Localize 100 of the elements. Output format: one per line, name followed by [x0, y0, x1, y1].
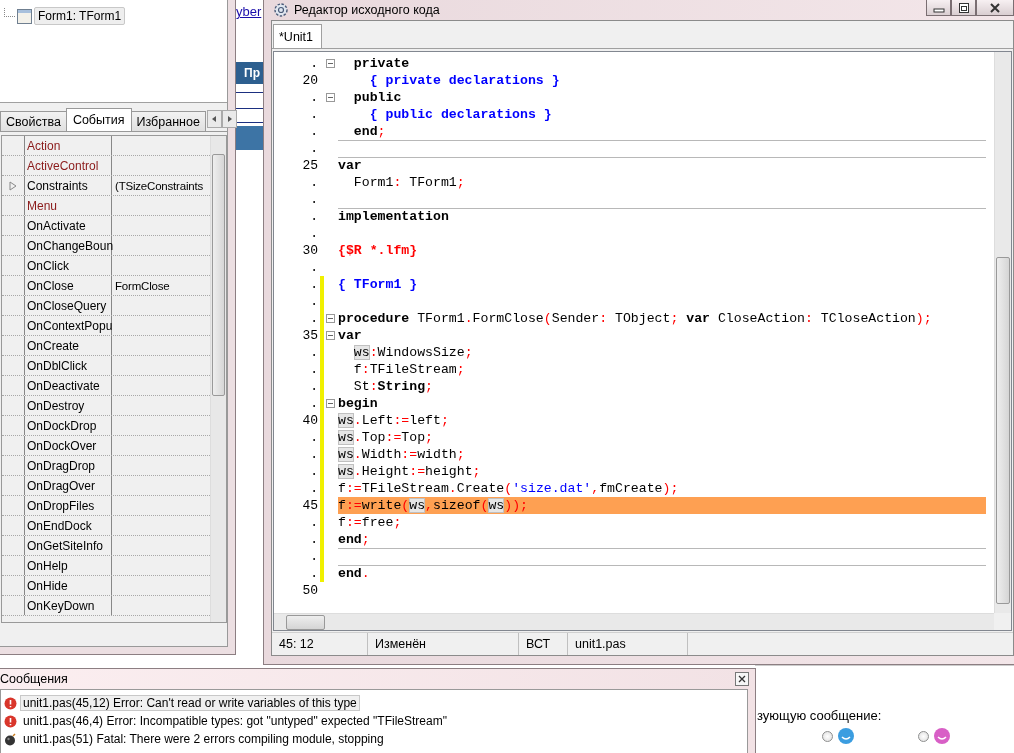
code-line: public	[352, 89, 403, 106]
tab[interactable]: Избранное	[130, 111, 206, 131]
maximize-icon	[957, 2, 970, 13]
code-line: St:String;	[352, 378, 434, 395]
property-name: OnDblClick	[27, 358, 87, 373]
property-name: OnDockOver	[27, 438, 97, 453]
line-number: .	[309, 140, 318, 157]
line-number: 45	[301, 497, 318, 514]
fold-icon[interactable]	[325, 331, 335, 340]
code-line: ws:WindowsSize;	[352, 344, 474, 361]
line-number: .	[309, 174, 318, 191]
property-name: OnHide	[27, 578, 68, 593]
code-line: begin	[338, 395, 379, 412]
code-line: f:TFileStream;	[352, 361, 466, 378]
code-line: { private declarations }	[368, 72, 561, 89]
scrollbar[interactable]	[210, 136, 226, 622]
line-number: .	[309, 208, 318, 225]
status-text: Изменён	[375, 637, 427, 651]
property-name: OnChangeBoun	[27, 238, 114, 253]
line-number: .	[309, 395, 318, 412]
status-text: ВСТ	[526, 637, 551, 651]
line-number: 40	[301, 412, 318, 429]
line-number: 30	[301, 242, 318, 259]
line-number: .	[309, 55, 318, 72]
bomb-icon	[4, 732, 17, 746]
close-button[interactable]	[735, 672, 749, 686]
property-name: ActiveControl	[27, 158, 99, 173]
vertical-scrollbar[interactable]	[994, 52, 1011, 613]
property-name: OnDropFiles	[27, 498, 95, 513]
message-item[interactable]: unit1.pas(51) Fatal: There were 2 errors compiling module, stopping	[20, 731, 387, 747]
property-name: OnDragOver	[27, 478, 96, 493]
minimize-button[interactable]	[926, 0, 951, 16]
property-name: Constraints	[27, 178, 88, 193]
header-bar: Пр	[235, 62, 263, 84]
property-name: Menu	[27, 198, 58, 213]
maximize-button[interactable]	[951, 0, 976, 16]
property-name: OnClose	[27, 278, 74, 293]
message-item[interactable]: unit1.pas(46,4) Error: Incompatible types: got "untyped" expected "TFileStream"	[20, 713, 450, 729]
code-line: ws.Height:=height;	[338, 463, 482, 480]
line-number: .	[309, 310, 318, 327]
property-name: OnActivate	[27, 218, 86, 233]
code-line: private	[352, 55, 411, 72]
smiley-icon	[837, 727, 855, 745]
line-number: .	[309, 463, 318, 480]
line-number: 35	[301, 327, 318, 344]
line-number: .	[309, 429, 318, 446]
fold-icon[interactable]	[325, 314, 335, 323]
prompt-text: зующую сообщение:	[757, 708, 882, 723]
horizontal-scrollbar[interactable]	[274, 613, 994, 630]
property-value: (TSizeConstraints	[115, 179, 203, 192]
property-name: OnHelp	[27, 558, 68, 573]
fold-icon[interactable]	[325, 399, 335, 408]
code-line: { public declarations }	[368, 106, 553, 123]
line-number: .	[309, 514, 318, 531]
tab[interactable]: *Unit1	[273, 24, 323, 48]
code-line: Form1: TForm1;	[352, 174, 466, 191]
line-number: .	[309, 344, 318, 361]
error-icon	[4, 696, 17, 710]
line-number: .	[309, 378, 318, 395]
property-name: OnKeyDown	[27, 598, 95, 613]
line-number: .	[309, 89, 318, 106]
property-name: OnGetSiteInfo	[27, 538, 104, 553]
close-button[interactable]	[976, 0, 1014, 16]
code-line: end;	[352, 123, 387, 140]
tab[interactable]: События	[65, 108, 132, 131]
smiley-icon	[933, 727, 951, 745]
code-line: ws.Left:=left;	[338, 412, 450, 429]
radio-button[interactable]	[822, 730, 833, 742]
tab[interactable]: Свойства	[0, 111, 67, 131]
line-number: .	[309, 293, 318, 310]
line-number: .	[309, 225, 318, 242]
property-name: Action	[27, 138, 61, 153]
property-value: FormClose	[115, 279, 170, 292]
code-line: f:=free;	[338, 514, 403, 531]
property-name: OnDestroy	[27, 398, 85, 413]
line-number: 20	[301, 72, 318, 89]
code-line: { TForm1 }	[338, 276, 419, 293]
property-name: OnEndDock	[27, 518, 92, 533]
property-name: OnDragDrop	[27, 458, 96, 473]
code-editor[interactable]	[273, 51, 1012, 631]
tree-item[interactable]: Form1: TForm1	[34, 7, 126, 25]
expand-arrow-icon[interactable]	[9, 180, 17, 191]
code-line: ws.Top:=Top;	[338, 429, 434, 446]
code-line: end.	[338, 565, 986, 582]
scroll-right-button[interactable]	[221, 110, 237, 128]
line-number: .	[309, 123, 318, 140]
line-number: .	[309, 565, 318, 582]
property-name: OnDockDrop	[27, 418, 97, 433]
scroll-left-button[interactable]	[206, 110, 222, 128]
web-link[interactable]: yber	[236, 4, 262, 19]
line-number: .	[309, 361, 318, 378]
code-line: end;	[338, 531, 371, 548]
radio-button[interactable]	[918, 730, 929, 742]
fold-icon[interactable]	[325, 59, 335, 68]
error-icon	[4, 714, 17, 728]
message-item[interactable]: unit1.pas(45,12) Error: Can't read or write variables of this type	[20, 695, 360, 711]
scrollbar-corner	[994, 613, 1011, 630]
line-number: 25	[301, 157, 318, 174]
fold-icon[interactable]	[325, 93, 335, 102]
status-text: unit1.pas	[575, 637, 626, 651]
